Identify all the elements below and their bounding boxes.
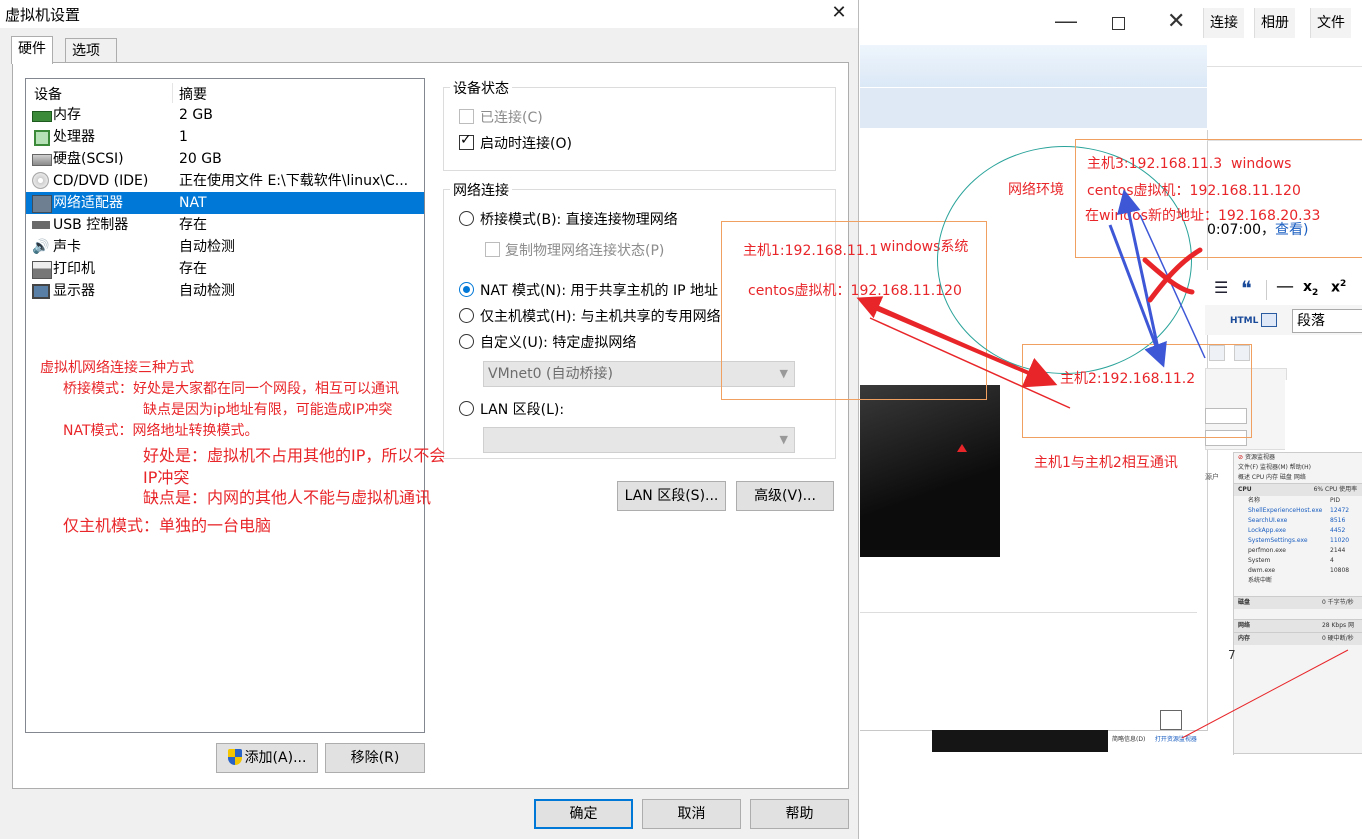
arrow-host2-to-host1: [856, 296, 1041, 380]
tab-hardware[interactable]: 硬件: [11, 36, 53, 64]
arrow-blue-thin: [1139, 214, 1206, 359]
small-triangle: [957, 444, 967, 452]
annotation-arrows: [856, 189, 1349, 739]
cross-mark: [1142, 247, 1203, 303]
arrow-to-monitor-link: [1181, 649, 1349, 739]
arrow-red-thin: [869, 317, 1071, 409]
